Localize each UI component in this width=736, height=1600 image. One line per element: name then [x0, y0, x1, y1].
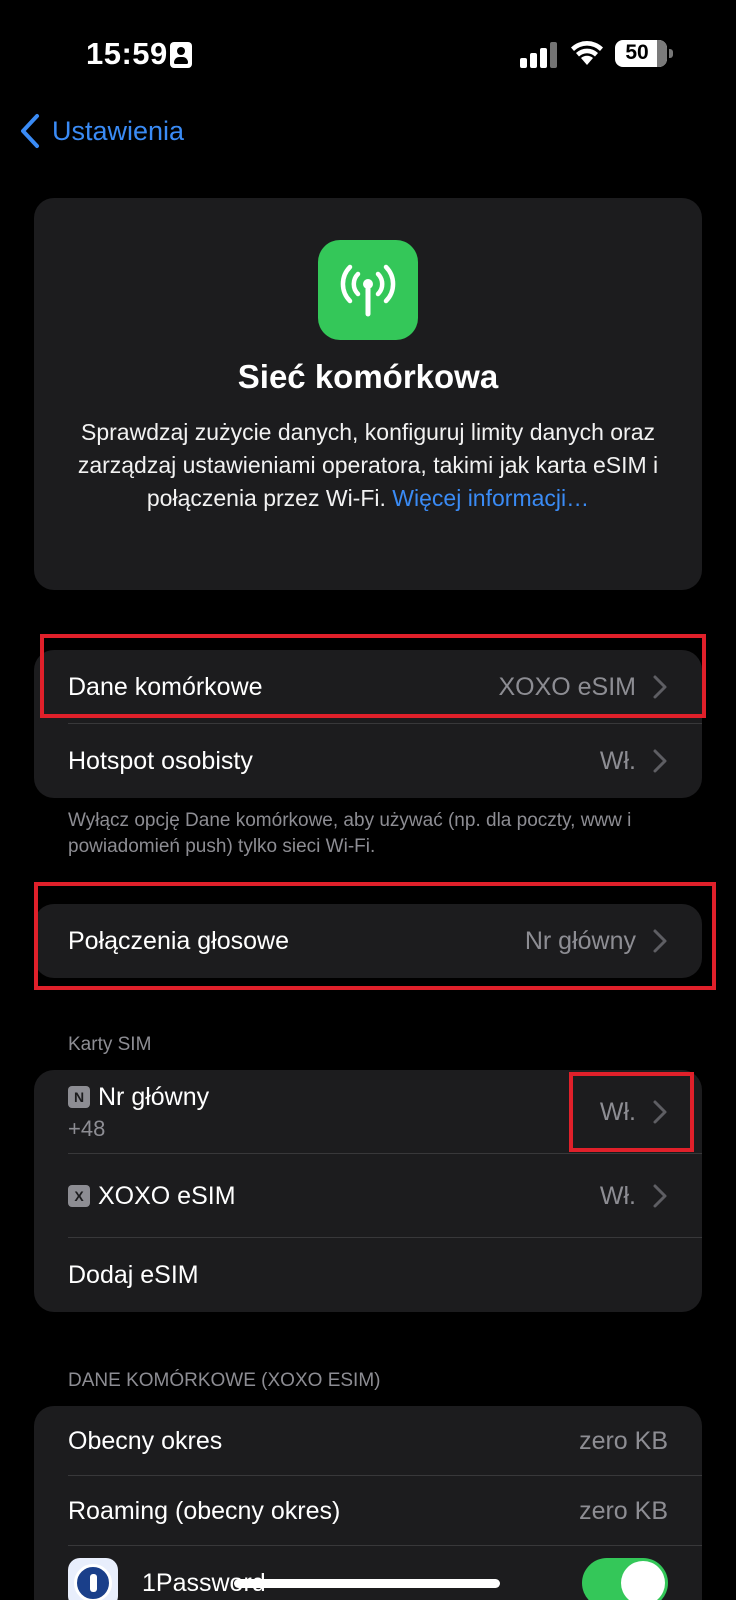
sim-cards-header: Karty SIM	[68, 1034, 152, 1055]
chevron-left-icon	[21, 114, 39, 148]
back-button[interactable]: Ustawienia	[18, 108, 184, 154]
sim-badge: X	[68, 1184, 90, 1207]
highlight-box	[40, 634, 706, 718]
current-period-row: Obecny okres zero KB	[34, 1406, 702, 1476]
sim-label: XOXO eSIM	[98, 1181, 236, 1210]
row-label: Obecny okres	[68, 1426, 223, 1455]
row-label: Hotspot osobisty	[68, 746, 253, 775]
row-value: zero KB	[579, 1496, 668, 1525]
highlight-box	[34, 882, 716, 990]
roaming-period-row: Roaming (obecny okres) zero KB	[34, 1476, 702, 1546]
app-row-1password: 1Password	[34, 1546, 702, 1600]
row-label: Roaming (obecny okres)	[68, 1496, 341, 1525]
page-description: Sprawdzaj zużycie danych, konfiguruj lim…	[64, 416, 672, 515]
cellular-data-footnote: Wyłącz opcję Dane komórkowe, aby używać …	[68, 810, 632, 857]
screen: 15:59 50 Ustawienia Sieć komórkowa Spraw…	[0, 0, 736, 1600]
focus-person-icon	[170, 42, 192, 68]
battery-icon: 50	[615, 40, 673, 67]
page-title: Sieć komórkowa	[237, 358, 499, 395]
app-cellular-toggle[interactable]	[582, 1558, 668, 1600]
sim-badge: N	[68, 1085, 90, 1108]
cellular-info-card: Sieć komórkowa Sprawdzaj zużycie danych,…	[34, 198, 702, 590]
row-value: Wł.	[599, 746, 636, 775]
sim-number: +48	[68, 1115, 106, 1141]
cellular-signal-icon	[520, 40, 558, 68]
row-value: zero KB	[579, 1426, 668, 1455]
cellular-data-usage-header: DANE KOMÓRKOWE (XOXO ESIM)	[68, 1370, 381, 1391]
back-label: Ustawienia	[52, 115, 185, 146]
personal-hotspot-row[interactable]: Hotspot osobisty Wł.	[34, 724, 702, 798]
status-time: 15:59	[86, 36, 168, 71]
more-info-link[interactable]: Więcej informacji…	[392, 485, 589, 511]
sim-esim-row[interactable]: X XOXO eSIM Wł.	[34, 1154, 702, 1238]
chevron-right-icon	[653, 749, 667, 773]
battery-level: 50	[625, 41, 649, 64]
add-esim-button[interactable]: Dodaj eSIM	[34, 1238, 702, 1312]
highlight-box	[569, 1072, 694, 1152]
add-esim-label: Dodaj eSIM	[68, 1260, 199, 1289]
1password-app-icon	[68, 1558, 118, 1600]
sim-label: Nr główny	[98, 1082, 210, 1111]
cellular-data-usage-group: Obecny okres zero KB Roaming (obecny okr…	[34, 1406, 702, 1600]
cellular-antenna-icon	[318, 240, 418, 340]
row-value: Wł.	[599, 1181, 636, 1210]
wifi-icon	[571, 41, 603, 65]
home-indicator[interactable]	[234, 1579, 500, 1588]
status-bar: 15:59 50	[0, 0, 736, 108]
chevron-right-icon	[653, 1184, 667, 1208]
